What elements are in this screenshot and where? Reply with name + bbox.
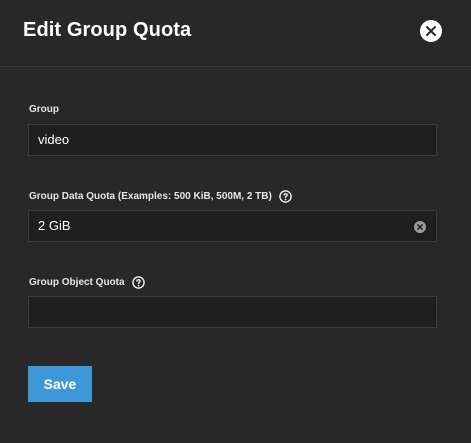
close-button[interactable] — [420, 20, 442, 42]
dialog-header: Edit Group Quota — [0, 0, 471, 67]
group-data-quota-value: 2 GiB — [38, 218, 71, 233]
group-label: Group — [29, 104, 59, 115]
group-object-quota-label-text: Group Object Quota — [29, 277, 125, 288]
close-icon — [426, 26, 436, 36]
group-data-quota-label: Group Data Quota (Examples: 500 KiB, 500… — [29, 190, 292, 203]
help-icon[interactable] — [279, 190, 292, 203]
clear-icon[interactable] — [414, 220, 426, 233]
edit-group-quota-dialog: Edit Group Quota Group video Group Data … — [0, 0, 471, 443]
group-label-text: Group — [29, 104, 59, 115]
group-input[interactable]: video — [28, 124, 437, 156]
group-data-quota-label-text: Group Data Quota (Examples: 500 KiB, 500… — [29, 191, 272, 202]
dialog-title: Edit Group Quota — [23, 19, 192, 41]
save-button[interactable]: Save — [28, 366, 92, 402]
group-data-quota-input[interactable]: 2 GiB — [28, 210, 437, 242]
group-object-quota-input[interactable] — [28, 296, 437, 328]
help-icon[interactable] — [131, 276, 145, 289]
group-input-value: video — [38, 132, 70, 147]
group-object-quota-label: Group Object Quota — [29, 276, 145, 289]
